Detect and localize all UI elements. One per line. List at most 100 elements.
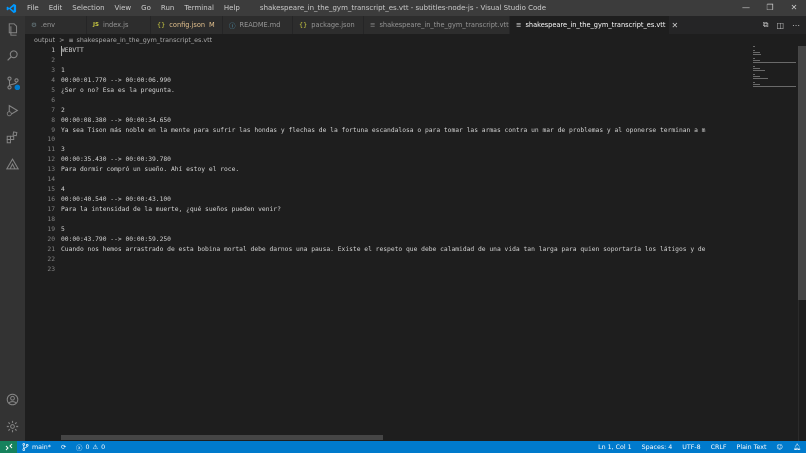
info-icon: ⓘ: [229, 22, 236, 30]
warning-count: 0: [101, 443, 106, 451]
account-icon[interactable]: [0, 388, 25, 410]
code-line[interactable]: 00:00:40.540 --> 00:00:43.100: [61, 195, 749, 205]
more-actions-icon[interactable]: ⋯: [792, 21, 800, 30]
line-ending[interactable]: CRLF: [706, 444, 732, 451]
code-line[interactable]: [61, 255, 749, 265]
line-number: 10: [47, 136, 55, 144]
horizontal-scrollbar[interactable]: [61, 435, 383, 440]
menu-run[interactable]: Run: [156, 0, 179, 16]
code-line[interactable]: Cuando nos hemos arrastrado de esta bobi…: [61, 245, 749, 255]
code-line[interactable]: Ya sea Tison más noble en la mente para …: [61, 126, 749, 136]
code-line[interactable]: [61, 56, 749, 66]
code-line[interactable]: [61, 96, 749, 106]
line-number: 6: [51, 96, 55, 104]
code-line[interactable]: 4: [61, 185, 749, 195]
line-number: 1: [51, 47, 55, 54]
line-number: 8: [51, 116, 55, 124]
extensions-icon[interactable]: [0, 126, 25, 148]
warning-icon: ⚠: [92, 443, 99, 451]
close-window-icon[interactable]: ✕: [782, 0, 806, 16]
menu-go[interactable]: Go: [136, 0, 156, 16]
encoding[interactable]: UTF-8: [677, 444, 705, 451]
status-right: Ln 1, Col 1 Spaces: 4 UTF-8 CRLF Plain T…: [593, 443, 806, 452]
activity-bar: [0, 16, 25, 441]
minimap[interactable]: [753, 46, 797, 441]
remote-explorer-icon[interactable]: [0, 153, 25, 175]
tab-package-json[interactable]: {} package.json: [293, 16, 364, 34]
minimap-line: [753, 46, 755, 47]
tab-index-js[interactable]: JS index.js: [87, 16, 151, 34]
close-tab-icon[interactable]: ✕: [671, 21, 678, 30]
minimap-line: [753, 74, 755, 75]
editor-area[interactable]: 1 2 3 4 5 6 7 8 9 10 11 12 13 14 15 16 17 18 19 20 21 22 23 WE…: [25, 46, 806, 441]
window-controls: — ❐ ✕: [734, 0, 806, 16]
status-bar: main* ⟳ ⓧ 0 ⚠ 0 Ln 1, Col 1 Spaces: 4 UT…: [0, 441, 806, 453]
code-line[interactable]: 5: [61, 225, 749, 235]
code-line[interactable]: 3: [61, 145, 749, 155]
remote-indicator-icon[interactable]: [0, 441, 17, 453]
code-line[interactable]: Para dormir compró un sueño. Ahí estoy e…: [61, 165, 749, 175]
minimap-line: [753, 52, 761, 53]
minimap-line: [753, 84, 761, 85]
code-text[interactable]: WEBVTT 1 00:00:01.770 --> 00:00:06.990 ¿Ser…: [61, 46, 749, 275]
code-line[interactable]: [61, 175, 749, 185]
code-line[interactable]: ¿Ser o no? Esa es la pregunta.: [61, 86, 749, 96]
code-line[interactable]: 00:00:01.770 --> 00:00:06.990: [61, 76, 749, 86]
code-line[interactable]: 00:00:08.380 --> 00:00:34.650: [61, 116, 749, 126]
indentation[interactable]: Spaces: 4: [637, 444, 678, 451]
text-cursor: [61, 46, 62, 56]
code-line[interactable]: 00:00:35.430 --> 00:00:39.780: [61, 155, 749, 165]
code-line[interactable]: 2: [61, 106, 749, 116]
minimap-line: [753, 82, 755, 83]
open-changes-icon[interactable]: ⧉: [763, 20, 769, 30]
vertical-scrollbar[interactable]: [798, 46, 806, 300]
json-icon: {}: [157, 21, 166, 29]
split-editor-icon[interactable]: ◫: [776, 21, 784, 30]
tab-transcript-vtt[interactable]: ≡ shakespeare_in_the_gym_transcript.vtt: [364, 16, 510, 34]
menu-view[interactable]: View: [110, 0, 137, 16]
cursor-position[interactable]: Ln 1, Col 1: [593, 444, 637, 451]
code-line[interactable]: 1: [61, 66, 749, 76]
breadcrumb-folder[interactable]: output: [34, 36, 55, 44]
sync-icon[interactable]: ⟳: [56, 444, 71, 451]
explorer-icon[interactable]: [0, 18, 25, 40]
breadcrumb: output > ≡ shakespeare_in_the_gym_transc…: [25, 34, 806, 46]
minimap-line: [753, 86, 796, 87]
code-line[interactable]: [61, 265, 749, 275]
branch-indicator[interactable]: main*: [17, 443, 56, 451]
code-line[interactable]: 00:00:43.790 --> 00:00:59.250: [61, 235, 749, 245]
run-debug-icon[interactable]: [0, 99, 25, 121]
line-number: 4: [51, 76, 55, 84]
menu-selection[interactable]: Selection: [67, 0, 109, 16]
breadcrumb-file[interactable]: shakespeare_in_the_gym_transcript_es.vtt: [76, 36, 212, 44]
restore-icon[interactable]: ❐: [758, 0, 782, 16]
menu-bar: File Edit Selection View Go Run Terminal…: [22, 0, 245, 16]
notifications-bell-icon[interactable]: 🔔︎: [788, 443, 806, 451]
feedback-icon[interactable]: ☺: [771, 444, 788, 451]
code-line[interactable]: [61, 135, 749, 145]
code-line[interactable]: WEBVTT: [61, 46, 749, 56]
problems-indicator[interactable]: ⓧ 0 ⚠ 0: [71, 443, 110, 452]
tab-env[interactable]: ⚙ .env: [25, 16, 87, 34]
line-number: 2: [51, 56, 55, 64]
line-number: 19: [47, 225, 55, 233]
gear-icon: ⚙: [31, 21, 37, 29]
menu-edit[interactable]: Edit: [44, 0, 68, 16]
minimap-line: [753, 60, 761, 61]
code-line[interactable]: [61, 215, 749, 225]
menu-terminal[interactable]: Terminal: [179, 0, 219, 16]
settings-gear-icon[interactable]: [0, 415, 25, 437]
search-icon[interactable]: [0, 44, 25, 66]
tab-readme[interactable]: ⓘ README.md: [223, 16, 293, 34]
line-number: 12: [47, 156, 55, 164]
source-control-icon[interactable]: [0, 72, 25, 94]
minimize-icon[interactable]: —: [734, 0, 758, 16]
tab-label: index.js: [103, 21, 129, 29]
menu-help[interactable]: Help: [219, 0, 245, 16]
tab-config-json[interactable]: {} config.json M: [151, 16, 223, 34]
menu-file[interactable]: File: [22, 0, 44, 16]
tab-transcript-es-vtt[interactable]: ≡ shakespeare_in_the_gym_transcript_es.v…: [510, 16, 678, 34]
code-line[interactable]: Para la intensidad de la muerte, ¿qué su…: [61, 205, 749, 215]
language-mode[interactable]: Plain Text: [732, 444, 772, 451]
line-number: 11: [47, 146, 55, 154]
